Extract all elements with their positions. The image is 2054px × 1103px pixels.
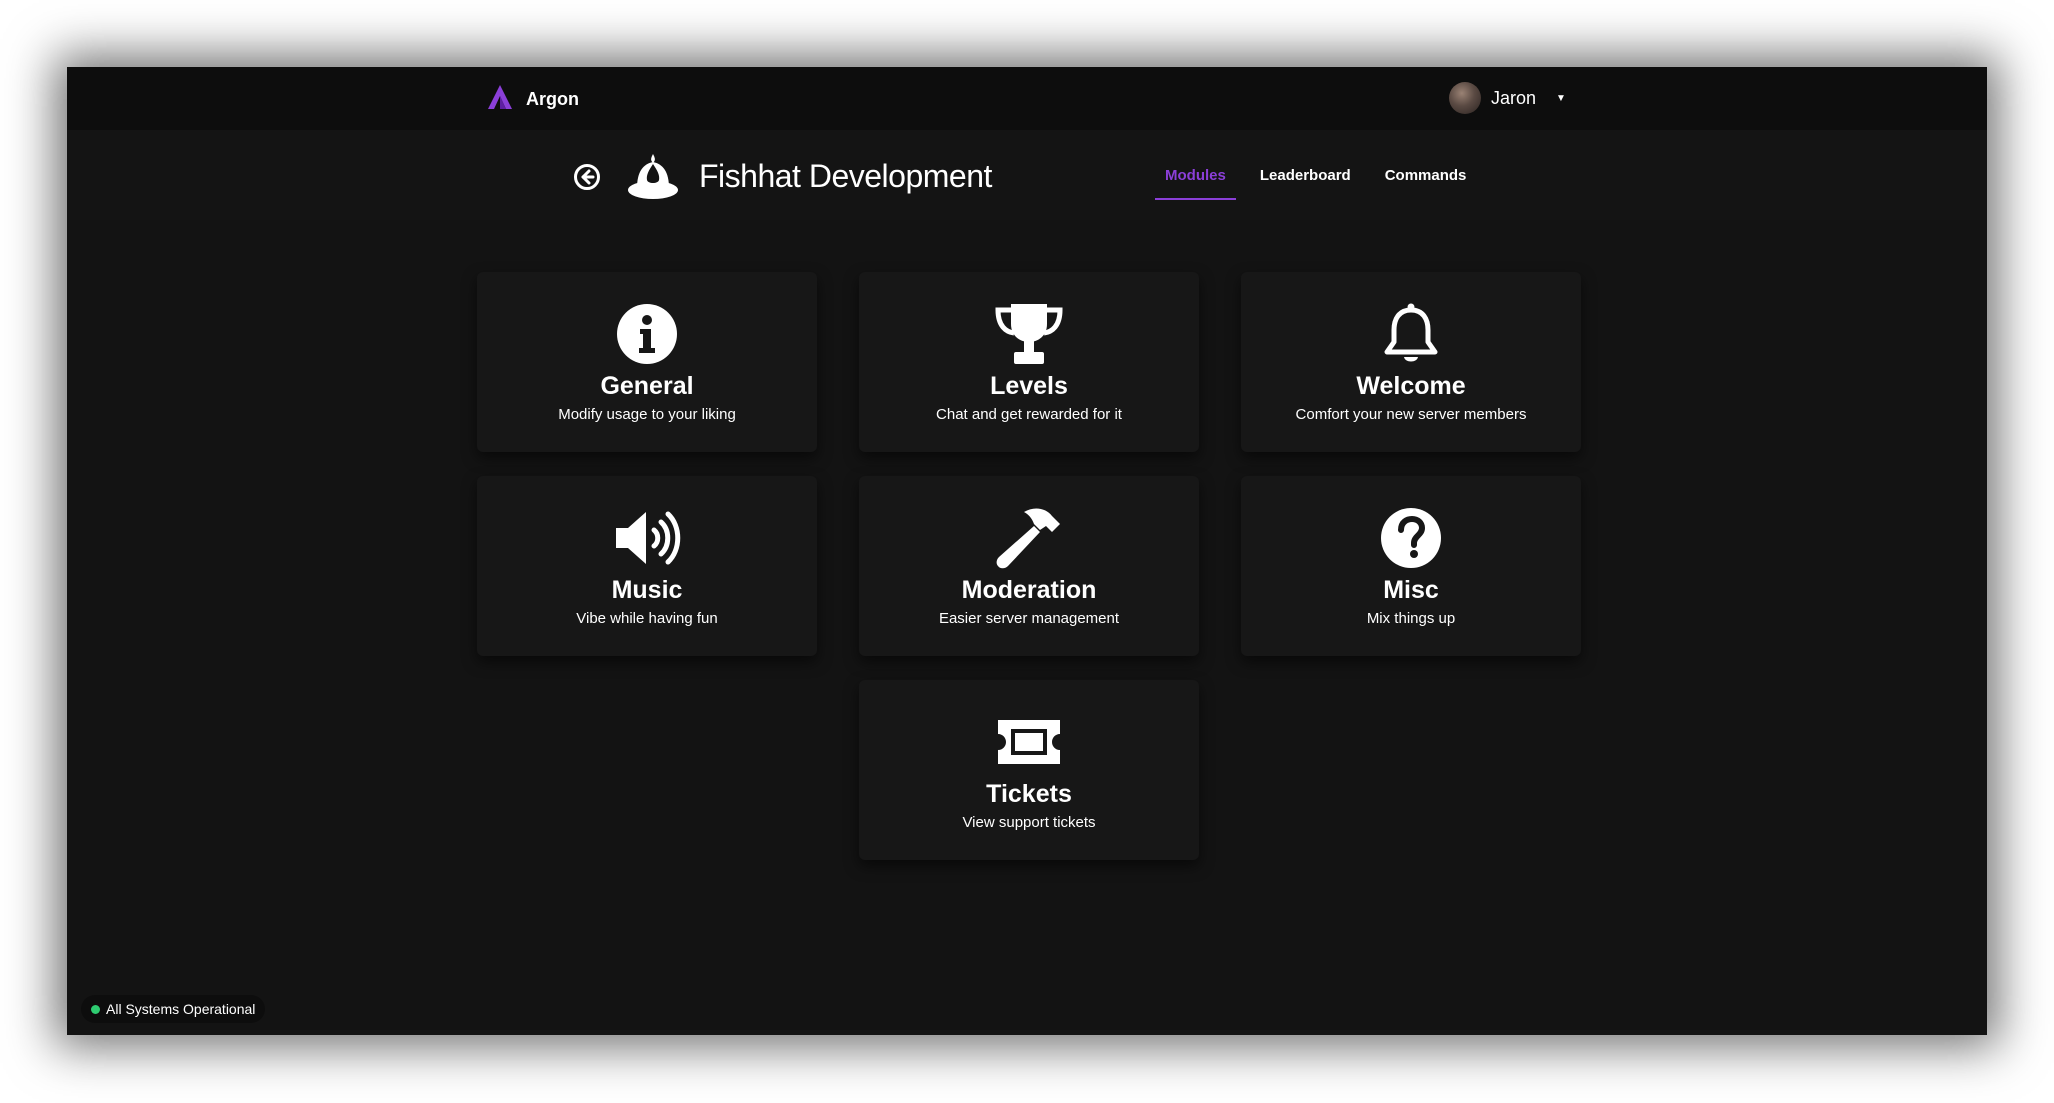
module-description: Comfort your new server members (1295, 406, 1527, 423)
bell-icon (1375, 302, 1447, 366)
info-circle-icon (611, 302, 683, 366)
module-card-tickets[interactable]: Tickets View support tickets (859, 680, 1199, 860)
module-card-misc[interactable]: Misc Mix things up (1241, 476, 1581, 656)
tab-leaderboard[interactable]: Leaderboard (1250, 156, 1361, 200)
user-name: Jaron (1491, 87, 1537, 108)
module-card-levels[interactable]: Levels Chat and get rewarded for it (859, 272, 1199, 452)
argon-logo-icon (486, 83, 514, 116)
status-dot-icon (91, 1004, 100, 1014)
module-card-moderation[interactable]: Moderation Easier server management (859, 476, 1199, 656)
back-button[interactable] (573, 163, 601, 191)
module-description: Modify usage to your liking (558, 406, 736, 423)
module-title: Levels (990, 372, 1068, 400)
system-status-badge[interactable]: All Systems Operational (81, 995, 266, 1023)
module-card-welcome[interactable]: Welcome Comfort your new server members (1241, 272, 1581, 452)
module-tabs: Modules Leaderboard Commands (1155, 156, 1490, 206)
module-title: General (600, 372, 694, 400)
brand-name: Argon (526, 88, 579, 109)
module-description: Chat and get rewarded for it (936, 406, 1122, 423)
app-window: Argon Jaron ▼ Fishhat Development Module… (67, 67, 1987, 1035)
user-menu[interactable]: Jaron ▼ (1449, 81, 1566, 115)
server-icon (625, 150, 681, 204)
arrow-left-circle-icon (574, 164, 600, 190)
modules-grid: General Modify usage to your liking Leve… (477, 272, 1581, 860)
server-name: Fishhat Development (699, 158, 992, 194)
module-title: Welcome (1356, 372, 1466, 400)
top-navbar: Argon Jaron ▼ (67, 67, 1987, 130)
question-circle-icon (1375, 506, 1447, 570)
module-description: Vibe while having fun (576, 610, 718, 627)
module-card-music[interactable]: Music Vibe while having fun (477, 476, 817, 656)
trophy-icon (993, 302, 1065, 366)
module-title: Moderation (961, 576, 1097, 604)
chevron-down-icon: ▼ (1556, 92, 1566, 104)
module-description: Easier server management (938, 610, 1120, 627)
module-title: Misc (1383, 576, 1439, 604)
avatar (1449, 82, 1481, 114)
tab-modules[interactable]: Modules (1155, 156, 1236, 200)
status-text: All Systems Operational (106, 1001, 256, 1017)
module-title: Music (611, 576, 683, 604)
ticket-icon (993, 710, 1065, 774)
hammer-icon (993, 506, 1065, 570)
server-header: Fishhat Development Modules Leaderboard … (67, 130, 1987, 220)
module-description: View support tickets (962, 814, 1096, 831)
module-description: Mix things up (1366, 610, 1456, 627)
brand-link[interactable]: Argon (486, 84, 579, 114)
speaker-icon (611, 506, 683, 570)
module-card-general[interactable]: General Modify usage to your liking (477, 272, 817, 452)
tab-commands[interactable]: Commands (1375, 156, 1477, 200)
module-title: Tickets (986, 780, 1072, 808)
